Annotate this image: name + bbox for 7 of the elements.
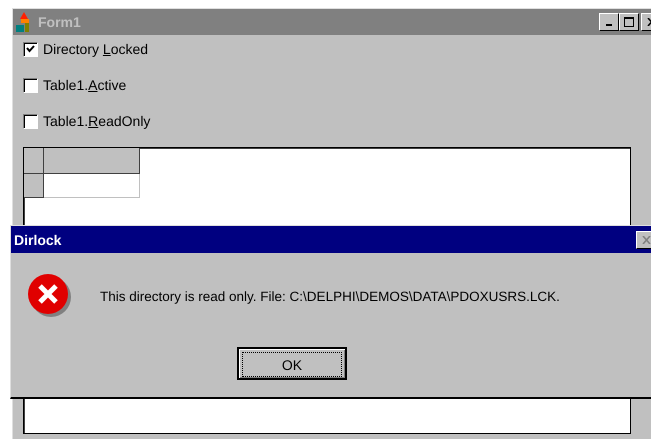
- dialog-title: Dirlock: [14, 232, 62, 248]
- ok-button[interactable]: OK: [237, 347, 347, 380]
- error-message: This directory is read only. File: C:\DELPHI\DEMOS\DATA\PDOXUSRS.LCK.: [100, 288, 560, 304]
- checkbox-label: Directory Locked: [43, 41, 148, 57]
- checkbox-label: Table1.ReadOnly: [43, 113, 150, 129]
- checkbox-label: Table1.Active: [43, 77, 126, 93]
- window-title: Form1: [38, 14, 82, 30]
